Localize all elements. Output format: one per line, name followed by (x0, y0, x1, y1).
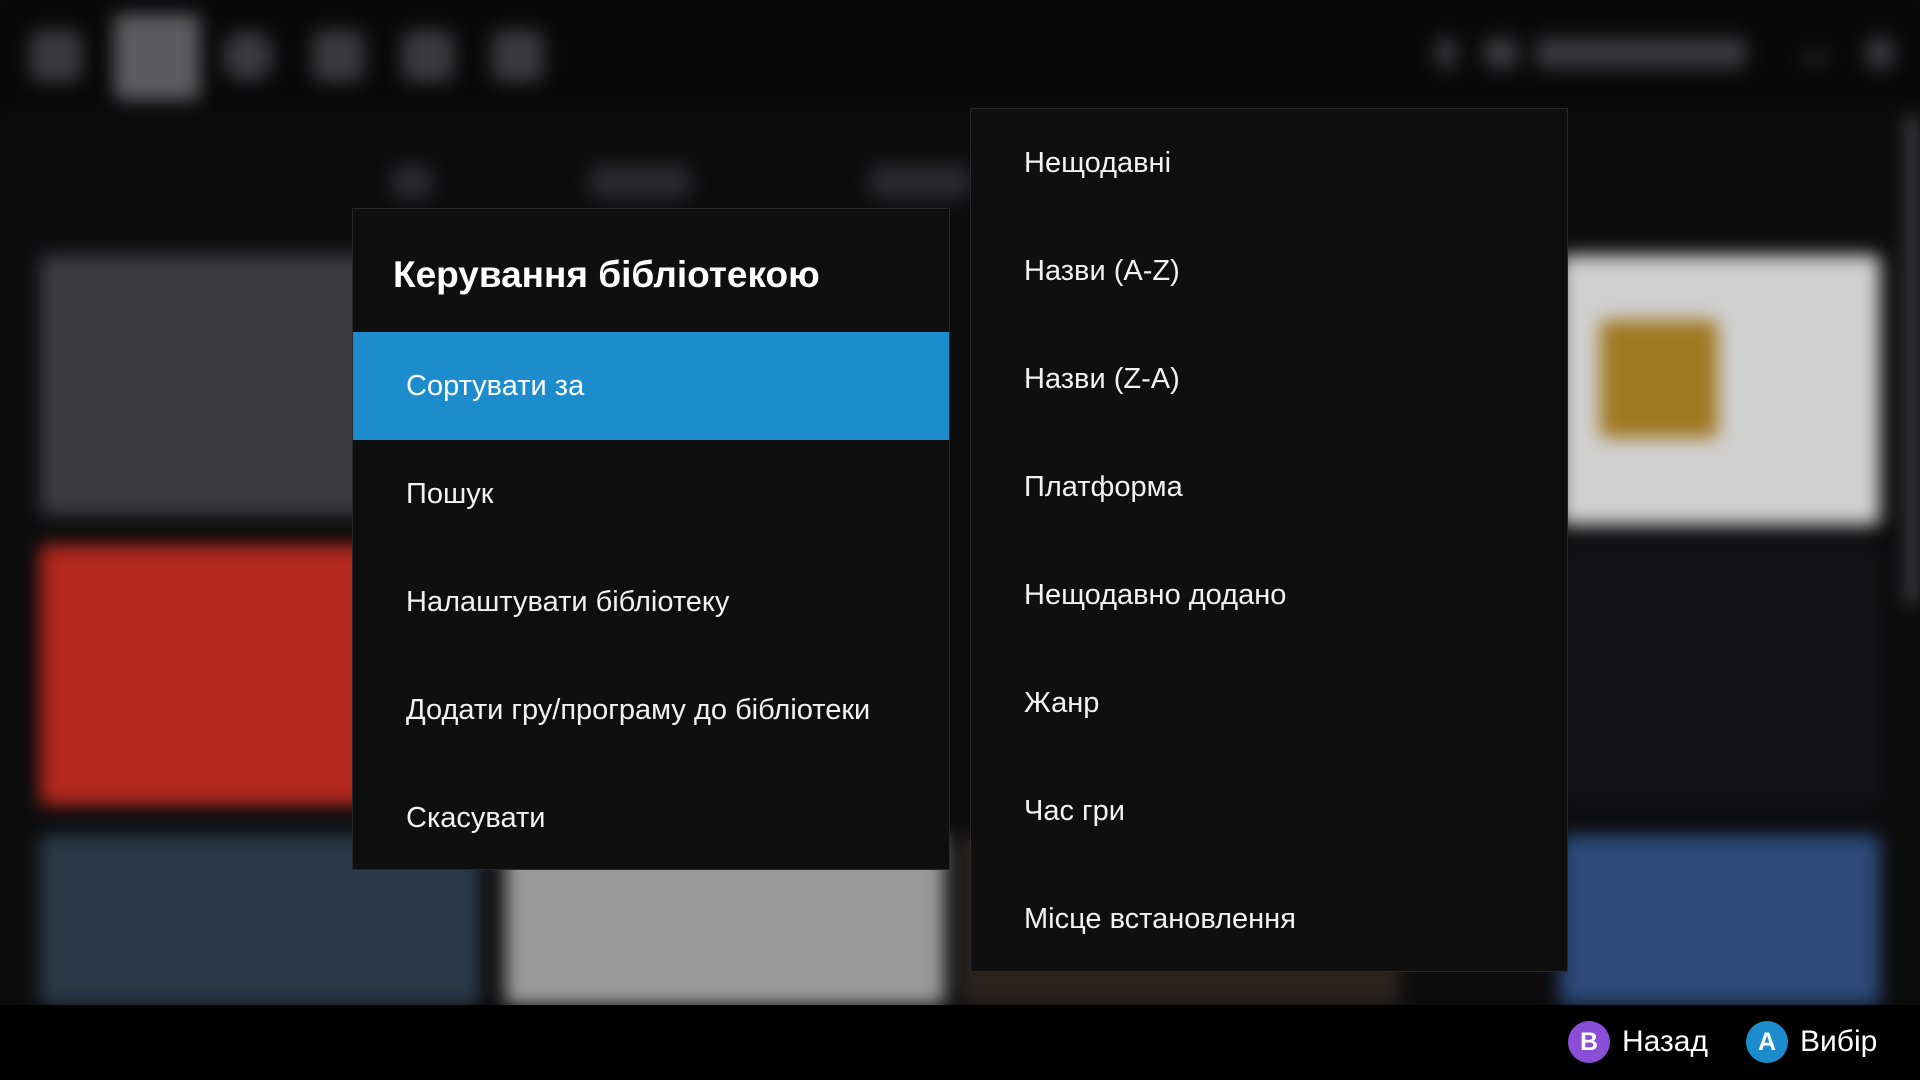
tab-icon (392, 165, 432, 199)
bluetooth-icon (1436, 38, 1456, 68)
app-logo-icon (30, 30, 82, 82)
folder-icon (312, 30, 364, 82)
back-label: Назад (1622, 1025, 1708, 1058)
close-icon (1866, 38, 1894, 68)
game-tile (1560, 545, 1880, 805)
library-management-menu: Керування бібліотекою Сортувати за Пошук… (352, 208, 950, 870)
menu-title: Керування бібліотекою (393, 254, 820, 295)
globe-icon (222, 30, 274, 82)
b-button-icon: B (1568, 1021, 1610, 1063)
menu-item-search[interactable]: Пошук (353, 440, 949, 548)
select-label: Вибір (1800, 1025, 1878, 1058)
wifi-icon (1484, 38, 1518, 68)
menu-item-customize-library[interactable]: Налаштувати бібліотеку (353, 548, 949, 656)
select-hint[interactable]: A Вибір (1746, 1020, 1877, 1064)
sort-option-name-za[interactable]: Назви (Z-A) (971, 325, 1567, 433)
top-bar (0, 0, 1920, 110)
menu-item-add-game[interactable]: Додати гру/програму до бібліотеки (353, 656, 949, 764)
user-icon (492, 30, 544, 82)
scrollbar (1908, 115, 1916, 605)
minimize-icon (1800, 54, 1830, 60)
back-hint[interactable]: B Назад (1568, 1020, 1708, 1064)
status-readout (1536, 38, 1746, 68)
menu-item-cancel[interactable]: Скасувати (353, 764, 949, 872)
media-icon (402, 30, 454, 82)
a-button-icon: A (1746, 1021, 1788, 1063)
sort-option-recently-added[interactable]: Нещодавно додано (971, 541, 1567, 649)
sort-option-recent[interactable]: Нещодавні (971, 109, 1567, 217)
sort-option-platform[interactable]: Платформа (971, 433, 1567, 541)
sort-option-genre[interactable]: Жанр (971, 649, 1567, 757)
game-tile (1560, 835, 1880, 1005)
sort-option-install-location[interactable]: Місце встановлення (971, 865, 1567, 973)
sort-option-name-az[interactable]: Назви (A-Z) (971, 217, 1567, 325)
sort-option-playtime[interactable]: Час гри (971, 757, 1567, 865)
tab-all (870, 165, 970, 199)
library-tab-icon (114, 14, 200, 100)
game-cover (1600, 320, 1718, 438)
menu-item-sort-by[interactable]: Сортувати за (353, 332, 949, 440)
tab-favorites (590, 165, 690, 199)
sort-options-menu: Нещодавні Назви (A-Z) Назви (Z-A) Платфо… (970, 108, 1568, 972)
blurred-library-background (0, 0, 1920, 1080)
